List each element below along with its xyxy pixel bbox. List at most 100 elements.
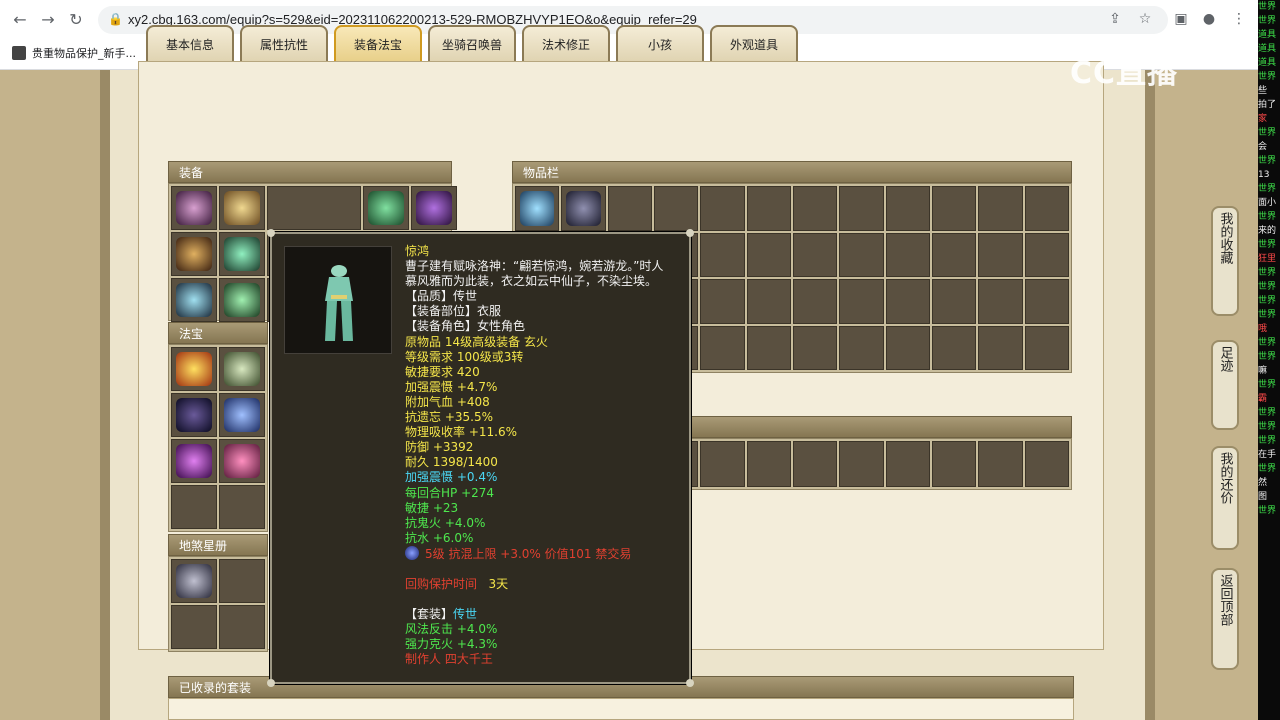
menu-icon[interactable]: ⋮ [1230, 10, 1248, 28]
chat-message: 在手 [1258, 450, 1277, 460]
inventory-slot[interactable] [1024, 279, 1069, 324]
fabao-slot-5[interactable] [171, 439, 217, 483]
equip-slot-4[interactable] [363, 186, 409, 230]
chat-message: 世界 [1258, 268, 1277, 278]
my-favorites-button[interactable]: 我的收藏 [1211, 206, 1239, 316]
inventory-slot[interactable] [792, 186, 838, 231]
tab-children[interactable]: 小孩 [616, 25, 704, 61]
inventory-slot[interactable] [931, 279, 977, 324]
inventory-slot[interactable] [607, 186, 652, 231]
inventory-slot[interactable] [978, 279, 1023, 324]
inventory-slot[interactable] [1024, 325, 1069, 370]
disha-slot-4[interactable] [219, 605, 265, 649]
star-icon[interactable]: ☆ [1136, 10, 1154, 28]
fabao-slot-7[interactable] [171, 485, 217, 529]
back-icon[interactable]: ← [10, 10, 30, 30]
fabao-slot-3[interactable] [171, 393, 217, 437]
item-stat: 抗遗忘 +35.5% [405, 410, 493, 425]
inventory-slot[interactable] [700, 279, 745, 324]
equip-slot-1[interactable] [171, 186, 217, 230]
item-agi-req: 敏捷要求 420 [405, 364, 480, 379]
chat-message: 世界 [1258, 380, 1277, 390]
tab-spells[interactable]: 法术修正 [522, 25, 610, 61]
storage-slot[interactable] [792, 441, 838, 487]
inventory-slot[interactable] [515, 186, 560, 231]
tooltip-corner [686, 229, 694, 237]
inventory-slot[interactable] [746, 325, 791, 370]
inventory-slot[interactable] [839, 325, 884, 370]
fabao-slot-6[interactable] [219, 439, 265, 483]
tab-appearance[interactable]: 外观道具 [710, 25, 798, 61]
inventory-slot[interactable] [931, 186, 977, 231]
inventory-slot[interactable] [792, 279, 838, 324]
back-to-top-button[interactable]: 返回顶部 [1211, 568, 1239, 670]
item-slot: 【装备部位】衣服 [405, 304, 502, 319]
inventory-slot[interactable] [978, 186, 1023, 231]
forward-icon[interactable]: → [38, 10, 58, 30]
disha-slot-3[interactable] [171, 605, 217, 649]
equip-slot-9[interactable] [171, 278, 217, 322]
equip-slot-2[interactable] [219, 186, 265, 230]
my-bargain-button[interactable]: 我的还价 [1211, 446, 1239, 550]
tooltip-corner [686, 679, 694, 687]
inventory-slot[interactable] [931, 325, 977, 370]
inventory-slot[interactable] [746, 279, 791, 324]
inventory-slot[interactable] [839, 232, 884, 277]
storage-slot[interactable] [839, 441, 884, 487]
fabao-slot-8[interactable] [219, 485, 265, 529]
inventory-slot[interactable] [978, 232, 1023, 277]
inventory-slot[interactable] [561, 186, 606, 231]
inventory-slot[interactable] [792, 325, 838, 370]
fabao-slot-4[interactable] [219, 393, 265, 437]
inventory-slot[interactable] [839, 279, 884, 324]
bookmark-icon [12, 46, 26, 60]
profile-icon[interactable]: ● [1200, 10, 1218, 28]
storage-slot[interactable] [700, 441, 745, 487]
inventory-slot[interactable] [700, 232, 745, 277]
equip-slot-6[interactable] [171, 232, 217, 276]
fabao-slot-1[interactable] [171, 347, 217, 391]
sidepanel-icon[interactable]: ▣ [1172, 10, 1190, 28]
chat-message: 世界 [1258, 128, 1277, 138]
item-durability: 耐久 1398/1400 [405, 455, 498, 470]
inventory-slot[interactable] [792, 232, 838, 277]
inventory-slot[interactable] [839, 186, 884, 231]
equip-slot-3[interactable] [267, 186, 361, 230]
inventory-slot[interactable] [1024, 186, 1069, 231]
equip-slot-5[interactable] [411, 186, 457, 230]
inventory-slot[interactable] [746, 186, 791, 231]
inventory-slot[interactable] [700, 325, 745, 370]
equip-slot-7[interactable] [219, 232, 265, 276]
chat-message: 世界 [1258, 72, 1277, 82]
inventory-slot[interactable] [885, 279, 930, 324]
inventory-slot[interactable] [885, 186, 930, 231]
storage-slot[interactable] [746, 441, 791, 487]
inventory-slot[interactable] [885, 232, 930, 277]
inventory-slot[interactable] [931, 232, 977, 277]
fabao-slot-2[interactable] [219, 347, 265, 391]
inventory-slot[interactable] [700, 186, 745, 231]
share-icon[interactable]: ⇪ [1106, 10, 1124, 28]
equip-slot-10[interactable] [219, 278, 265, 322]
disha-slot-2[interactable] [219, 559, 265, 603]
lock-icon: 🔒 [108, 12, 123, 26]
reload-icon[interactable]: ↻ [66, 10, 86, 30]
bookmark-item[interactable]: 贵重物品保护_新手... [12, 44, 136, 62]
chat-message: 哦 [1258, 324, 1268, 334]
storage-slot[interactable] [978, 441, 1023, 487]
tab-basic-info[interactable]: 基本信息 [146, 25, 234, 61]
inventory-slot[interactable] [653, 186, 699, 231]
inventory-slot[interactable] [1024, 232, 1069, 277]
footprints-button[interactable]: 足迹 [1211, 340, 1239, 430]
disha-slot-1[interactable] [171, 559, 217, 603]
tab-mounts[interactable]: 坐骑召唤兽 [428, 25, 516, 61]
inventory-slot[interactable] [746, 232, 791, 277]
storage-slot[interactable] [1024, 441, 1069, 487]
inventory-slot[interactable] [978, 325, 1023, 370]
tab-equipment[interactable]: 装备法宝 [334, 25, 422, 61]
tab-attributes[interactable]: 属性抗性 [240, 25, 328, 61]
inventory-slot[interactable] [885, 325, 930, 370]
storage-slot[interactable] [885, 441, 930, 487]
storage-slot[interactable] [931, 441, 977, 487]
